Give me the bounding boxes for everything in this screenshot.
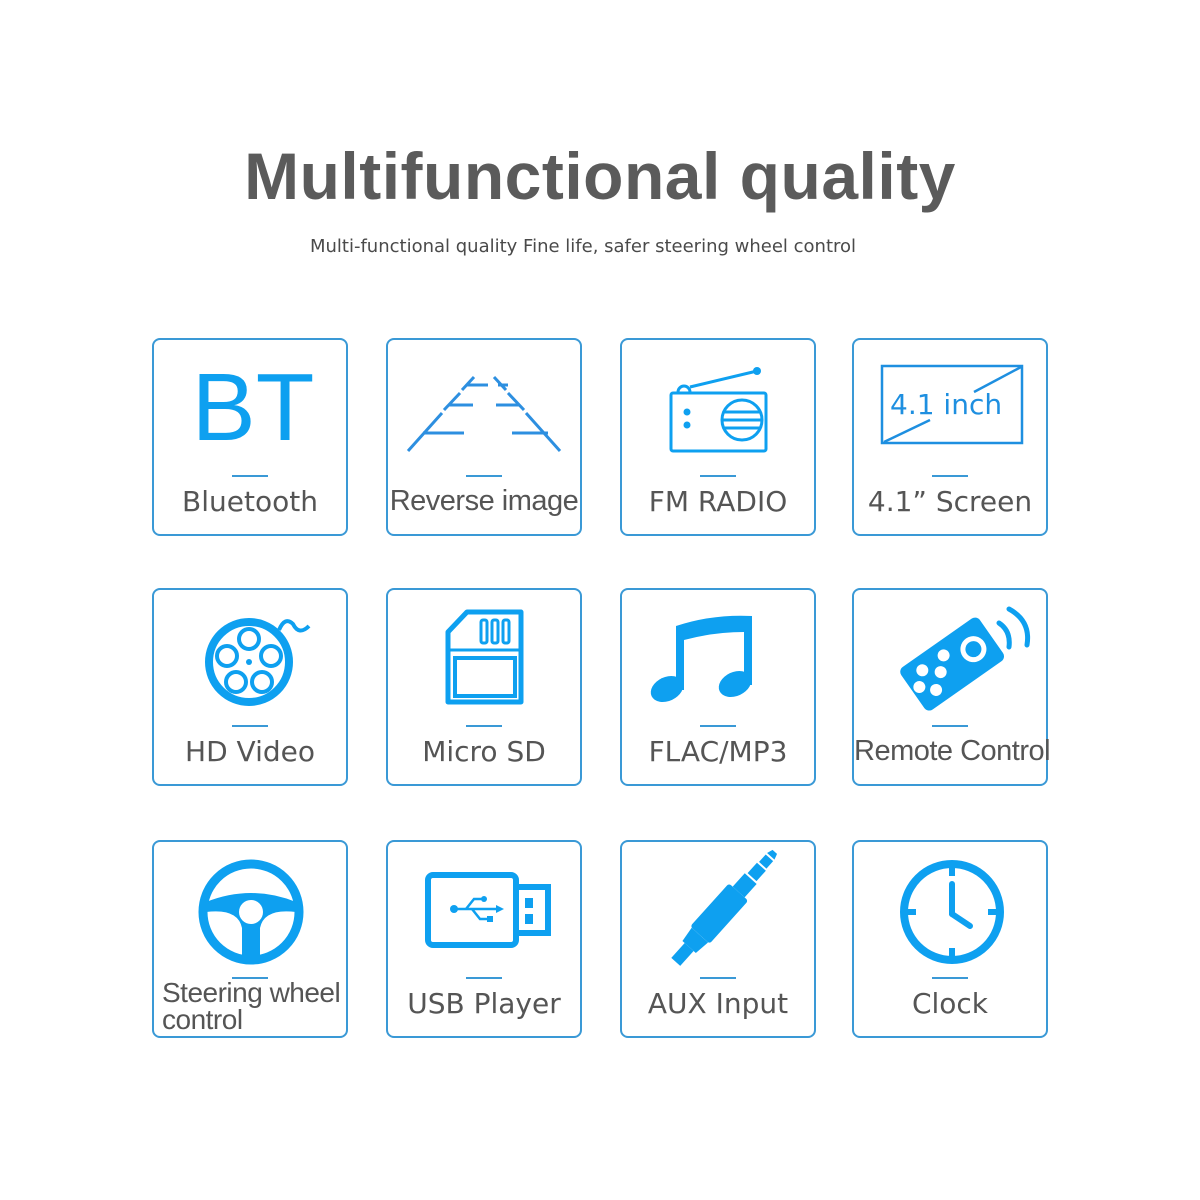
divider [932, 977, 968, 979]
feature-label: FM RADIO [648, 485, 788, 518]
bluetooth-bt-icon: BT [154, 340, 346, 470]
divider [700, 977, 736, 979]
divider [232, 475, 268, 477]
reverse-camera-lines-icon [388, 340, 580, 470]
feature-label: Steering wheel control [162, 977, 341, 1035]
sd-card-icon [388, 590, 580, 720]
bt-icon-text: BT [191, 354, 315, 461]
feature-card-fm-radio: FM RADIO [620, 338, 816, 536]
divider [232, 725, 268, 727]
divider [466, 475, 502, 477]
feature-card-micro-sd: Micro SD [386, 588, 582, 786]
usb-drive-icon [388, 842, 580, 972]
divider [700, 475, 736, 477]
feature-label: FLAC/MP3 [648, 735, 788, 768]
feature-label: Bluetooth [182, 485, 318, 518]
clock-icon [854, 842, 1046, 972]
feature-label: Micro SD [422, 735, 546, 768]
page-title: Multifunctional quality [244, 139, 956, 213]
divider [466, 977, 502, 979]
film-reel-icon [154, 590, 346, 720]
music-note-icon [622, 590, 814, 720]
page-subtitle: Multi-functional quality Fine life, safe… [309, 236, 857, 257]
feature-label: AUX Input [647, 987, 789, 1020]
feature-card-hd-video: HD Video [152, 588, 348, 786]
divider [466, 725, 502, 727]
feature-label: Reverse image [389, 485, 579, 517]
screen-size-text: 4.1 inch [890, 388, 1002, 421]
feature-label: USB Player [407, 987, 561, 1020]
divider [932, 725, 968, 727]
screen-size-icon: 4.1 inch [854, 340, 1046, 470]
feature-card-clock: Clock [852, 840, 1048, 1038]
feature-label: 4.1” Screen [867, 485, 1033, 518]
aux-jack-icon [622, 842, 814, 972]
feature-card-remote-control: Remote Control [852, 588, 1051, 786]
steering-wheel-icon [154, 842, 346, 972]
feature-card-aux-input: AUX Input [620, 840, 816, 1038]
feature-label: HD Video [185, 735, 315, 768]
feature-card-reverse-image: Reverse image [386, 338, 582, 536]
feature-card-flac-mp3: FLAC/MP3 [620, 588, 816, 786]
feature-card-usb-player: USB Player [386, 840, 582, 1038]
radio-icon [622, 340, 814, 470]
feature-label: Remote Control [854, 735, 1051, 767]
divider [700, 725, 736, 727]
feature-label: Clock [911, 987, 989, 1020]
remote-control-icon [854, 590, 1046, 720]
divider [932, 475, 968, 477]
feature-card-steering-wheel: Steering wheel control [152, 840, 348, 1038]
feature-card-bluetooth: BT Bluetooth [152, 338, 348, 536]
feature-card-screen: 4.1 inch 4.1” Screen [852, 338, 1048, 536]
